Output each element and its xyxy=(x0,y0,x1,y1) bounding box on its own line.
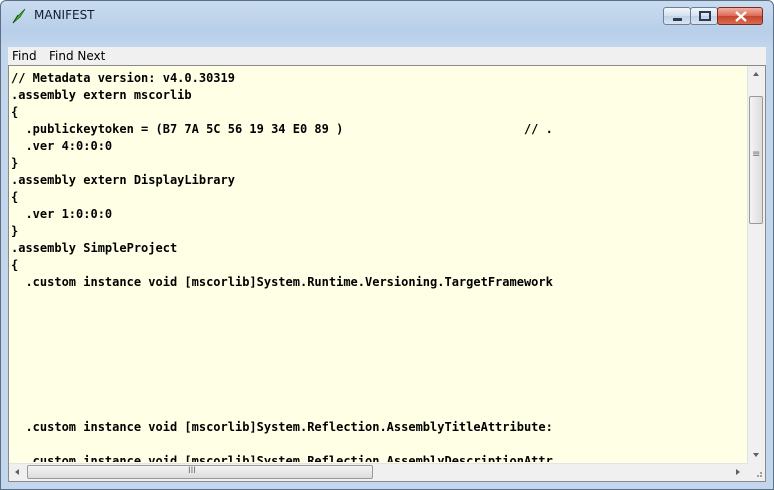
scroll-down-arrow-icon[interactable] xyxy=(753,453,759,457)
code-line: .custom instance void [mscorlib]System.R… xyxy=(11,454,553,462)
code-line: { xyxy=(11,190,19,204)
resize-grip-icon[interactable] xyxy=(748,464,765,481)
minimize-button[interactable] xyxy=(663,7,691,25)
code-content[interactable]: // Metadata version: v4.0.30319 .assembl… xyxy=(11,70,747,462)
code-line: { xyxy=(11,258,19,272)
menu-bar: Find Find Next xyxy=(8,47,766,65)
scroll-up-arrow-icon[interactable] xyxy=(753,72,759,76)
thumb-grip-icon: III xyxy=(188,466,196,476)
code-line: .custom instance void [mscorlib]System.R… xyxy=(11,420,553,434)
horizontal-scrollbar[interactable]: III xyxy=(9,463,748,481)
menu-find-next[interactable]: Find Next xyxy=(49,49,105,63)
manifest-text-area[interactable]: // Metadata version: v4.0.30319 .assembl… xyxy=(8,65,766,482)
code-line: .ver 4:0:0:0 xyxy=(11,139,113,153)
window-title: MANIFEST xyxy=(34,8,95,22)
code-line: } xyxy=(11,156,19,170)
quill-app-icon xyxy=(11,8,27,24)
code-line: // Metadata version: v4.0.30319 xyxy=(11,71,235,85)
thumb-grip-icon: ≡ xyxy=(752,149,761,160)
code-line: .publickeytoken = (B7 7A 5C 56 19 34 E0 … xyxy=(11,122,553,136)
code-line: .assembly extern DisplayLibrary xyxy=(11,173,235,187)
scroll-right-arrow-icon[interactable] xyxy=(736,469,740,475)
code-line: .assembly SimpleProject xyxy=(11,241,178,255)
maximize-button[interactable] xyxy=(690,7,718,25)
code-line: .assembly extern mscorlib xyxy=(11,88,192,102)
code-line: .ver 1:0:0:0 xyxy=(11,207,113,221)
scroll-left-arrow-icon[interactable] xyxy=(15,469,19,475)
horizontal-scroll-thumb[interactable]: III xyxy=(27,465,373,479)
manifest-window: MANIFEST Find Find Next // Metadata vers… xyxy=(0,0,774,490)
vertical-scrollbar[interactable]: ≡ xyxy=(747,66,765,465)
close-button[interactable] xyxy=(717,7,763,25)
title-bar[interactable]: MANIFEST xyxy=(1,1,773,31)
code-line: { xyxy=(11,105,19,119)
menu-find[interactable]: Find xyxy=(12,49,37,63)
code-line: .custom instance void [mscorlib]System.R… xyxy=(11,275,553,289)
vertical-scroll-thumb[interactable]: ≡ xyxy=(749,96,763,224)
code-line: } xyxy=(11,224,19,238)
